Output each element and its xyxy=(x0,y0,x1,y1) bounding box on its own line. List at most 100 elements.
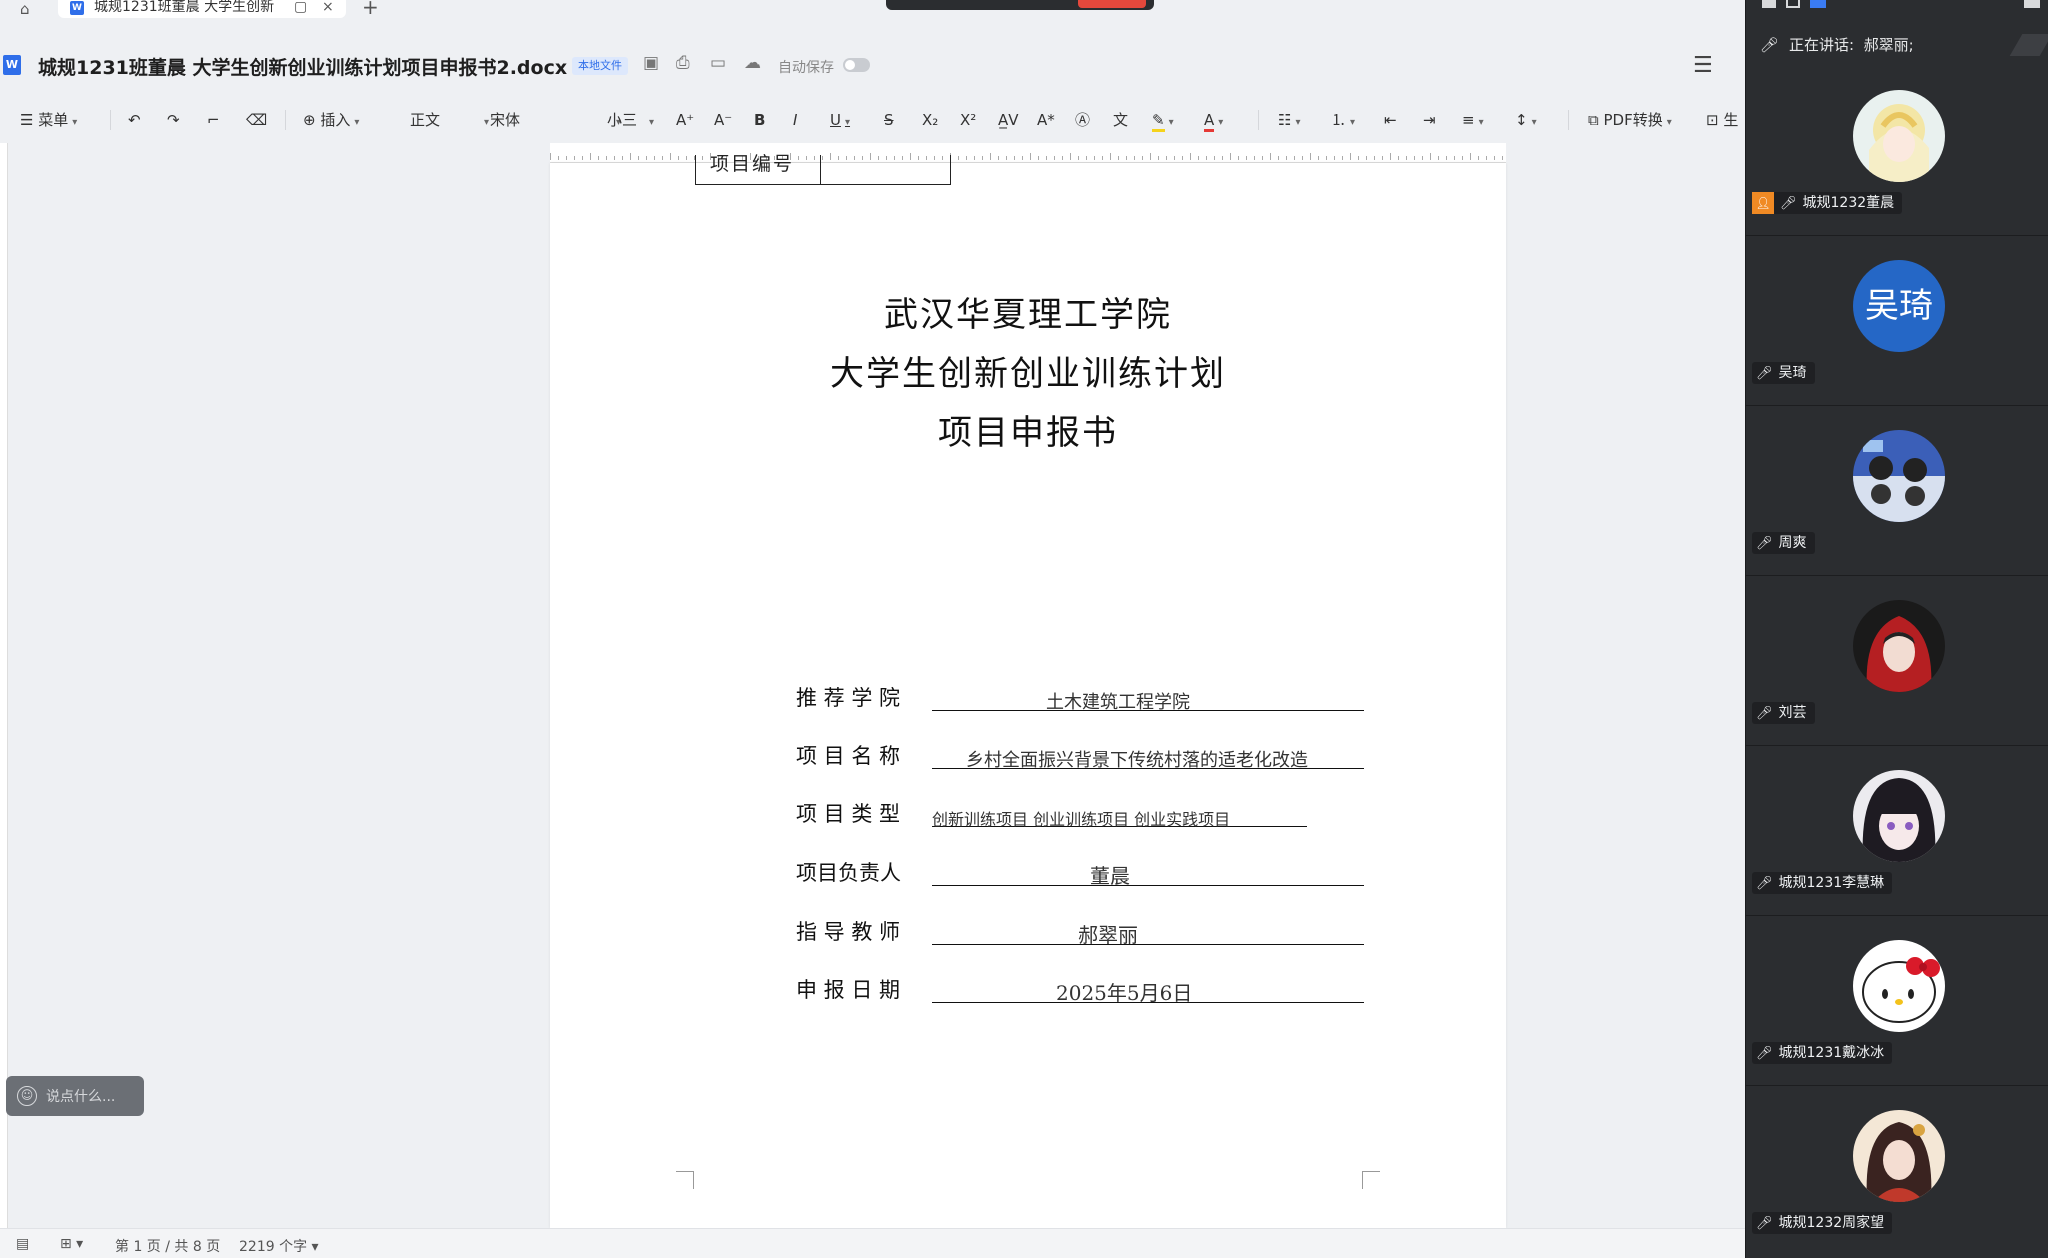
eraser-icon[interactable]: ⌫ xyxy=(246,108,267,132)
ruler-tick xyxy=(1198,156,1199,160)
ruler-tick xyxy=(670,153,671,160)
ruler-tick xyxy=(1270,153,1271,160)
participant-tile[interactable]: 👤︎ 🎤︎ 城规1232董晨 xyxy=(1746,68,2048,236)
font-family-select[interactable]: 宋体 ▾ xyxy=(490,108,621,132)
ruler-tick xyxy=(550,153,551,160)
ruler-tick xyxy=(558,156,559,160)
home-icon[interactable]: ⌂ xyxy=(20,0,38,18)
numbered-list-icon[interactable]: ⒈ ▾ xyxy=(1331,108,1355,132)
strikethrough-icon[interactable]: S xyxy=(884,108,894,132)
list-view-icon[interactable] xyxy=(1810,0,1826,8)
bullet-list-icon[interactable]: ☷ ▾ xyxy=(1278,108,1300,132)
field-value: 董晨 xyxy=(1090,864,1130,888)
italic-icon[interactable]: I xyxy=(793,108,797,132)
participant-tile[interactable]: 🎤︎ 城规1231李慧琳 xyxy=(1746,748,2048,916)
mic-icon: 🎤︎ xyxy=(1760,36,1780,54)
superscript-icon[interactable]: X² xyxy=(960,108,976,132)
participant-tile[interactable]: 🎤︎ 周爽 xyxy=(1746,408,2048,576)
ruler-tick xyxy=(1206,156,1207,160)
format-painter-icon[interactable]: ⌐ xyxy=(207,108,220,132)
document-page[interactable]: 项目编号 武汉华夏理工学院 大学生创新创业训练计划 项目申报书 推 荐 学 院 … xyxy=(550,153,1506,1228)
undo-icon[interactable]: ↶ xyxy=(128,108,141,132)
ruler-tick xyxy=(1486,156,1487,160)
chat-input[interactable]: ☺ 说点什么... xyxy=(6,1076,144,1116)
increase-font-icon[interactable]: A⁺ xyxy=(676,108,694,132)
word-count[interactable]: 2219 个字 ▾ xyxy=(239,1236,319,1256)
autosave-toggle[interactable] xyxy=(843,58,870,72)
save-icon[interactable]: ▣ xyxy=(643,53,659,73)
horizontal-ruler[interactable] xyxy=(550,143,1506,163)
field-label: 申 报 日 期 xyxy=(796,978,901,1002)
mic-muted-icon: 🎤︎ xyxy=(1756,366,1773,381)
line-spacing-icon[interactable]: ↕ ▾ xyxy=(1515,108,1537,132)
layout-icon[interactable] xyxy=(1786,0,1800,8)
align-icon[interactable]: ≡ ▾ xyxy=(1462,108,1484,132)
font-color-icon[interactable]: A ▾ xyxy=(1204,108,1223,132)
heading-doc-type: 项目申报书 xyxy=(938,413,1118,453)
minimize-icon[interactable] xyxy=(1762,0,1776,8)
char-spacing-icon[interactable]: A̲V xyxy=(998,108,1019,132)
word-doc-icon: W xyxy=(3,55,21,75)
ruler-tick xyxy=(1158,156,1159,160)
outline-view-icon[interactable]: ▤ xyxy=(16,1236,29,1252)
ruler-tick xyxy=(1294,156,1295,160)
host-icon: 👤︎ xyxy=(1752,192,1774,214)
decrease-font-icon[interactable]: A⁻ xyxy=(714,108,732,132)
subscript-icon[interactable]: X₂ xyxy=(922,108,938,132)
participant-tile[interactable]: 🎤︎ 刘芸 xyxy=(1746,578,2048,746)
ruler-tick xyxy=(1254,156,1255,160)
hamburger-menu-icon[interactable]: ☰ xyxy=(1693,53,1713,78)
cloud-upload-icon[interactable]: ☁ xyxy=(744,53,761,73)
panel-scroll-handle[interactable] xyxy=(2009,34,2048,56)
redo-icon[interactable]: ↷ xyxy=(167,108,180,132)
ruler-tick xyxy=(1030,153,1031,160)
menu-button[interactable]: ☰ 菜单 ▾ xyxy=(20,108,77,132)
text-effect-icon[interactable]: A* xyxy=(1037,108,1055,132)
meeting-floating-bar[interactable] xyxy=(886,0,1154,10)
field-value: 创新训练项目 创业训练项目 创业实践项目 xyxy=(932,810,1231,829)
paragraph-style-select[interactable]: 正文 ▾ xyxy=(410,108,489,132)
document-title: 城规1231班董晨 大学生创新创业训练计划项目申报书2.docx xyxy=(38,57,568,79)
close-tab-button[interactable]: × xyxy=(322,0,334,14)
participant-tile[interactable]: 🎤︎ 城规1231戴冰冰 xyxy=(1746,918,2048,1086)
decrease-indent-icon[interactable]: ⇤ xyxy=(1384,108,1397,132)
ruler-tick xyxy=(1278,156,1279,160)
panel-menu-icon[interactable] xyxy=(2024,0,2040,8)
highlight-icon[interactable]: ✎ ▾ xyxy=(1152,108,1174,132)
pin-tab-icon[interactable]: ▢ xyxy=(294,0,307,14)
layout-view-icon[interactable]: ⊞ ▾ xyxy=(60,1236,83,1252)
ruler-tick xyxy=(1118,156,1119,160)
ruler-tick xyxy=(1166,156,1167,160)
field-advisor: 指 导 教 师 郝翠丽 xyxy=(796,916,1396,950)
ruler-tick xyxy=(1310,153,1311,160)
field-leader: 项目负责人 董晨 xyxy=(796,857,1396,891)
ruler-tick xyxy=(1390,153,1391,160)
emoji-icon[interactable]: ☺ xyxy=(17,1086,37,1106)
new-tab-button[interactable]: + xyxy=(362,0,379,17)
enclosed-char-icon[interactable]: Ⓐ xyxy=(1075,108,1090,132)
ruler-tick xyxy=(1462,156,1463,160)
page-info[interactable]: 第 1 页 / 共 8 页 xyxy=(115,1236,220,1256)
more-tools-button[interactable]: ⊡ 生 xyxy=(1706,108,1738,132)
end-share-button[interactable] xyxy=(1078,0,1146,8)
ruler-tick xyxy=(1222,156,1223,160)
participant-tile[interactable]: 🎤︎ 城规1232周家望 xyxy=(1746,1088,2048,1256)
size-label: 小三 xyxy=(607,111,638,129)
ruler-tick xyxy=(1134,156,1135,160)
ruler-tick xyxy=(614,156,615,160)
tab-document[interactable]: W 城规1231班董晨 大学生创新 ▢ × xyxy=(58,0,346,18)
mic-muted-icon: 🎤︎ xyxy=(1756,876,1773,891)
phonetic-icon[interactable]: 文 xyxy=(1113,108,1128,132)
participant-tile[interactable]: 吴琦 🎤︎ 吴琦 xyxy=(1746,238,2048,406)
increase-indent-icon[interactable]: ⇥ xyxy=(1423,108,1436,132)
insert-button[interactable]: ⊕ 插入 ▾ xyxy=(303,108,359,132)
print-icon[interactable]: ⎙ xyxy=(676,53,690,73)
ruler-tick xyxy=(1102,156,1103,160)
pdf-convert-button[interactable]: ⧉ PDF转换 ▾ xyxy=(1588,108,1672,132)
underline-icon[interactable]: U ▾ xyxy=(830,108,850,132)
bold-icon[interactable]: B xyxy=(754,108,765,132)
ruler-tick xyxy=(1262,156,1263,160)
font-size-select[interactable]: 小三 ▾ xyxy=(607,108,654,132)
ruler-tick xyxy=(1398,156,1399,160)
folder-icon[interactable]: ▭ xyxy=(710,53,726,73)
